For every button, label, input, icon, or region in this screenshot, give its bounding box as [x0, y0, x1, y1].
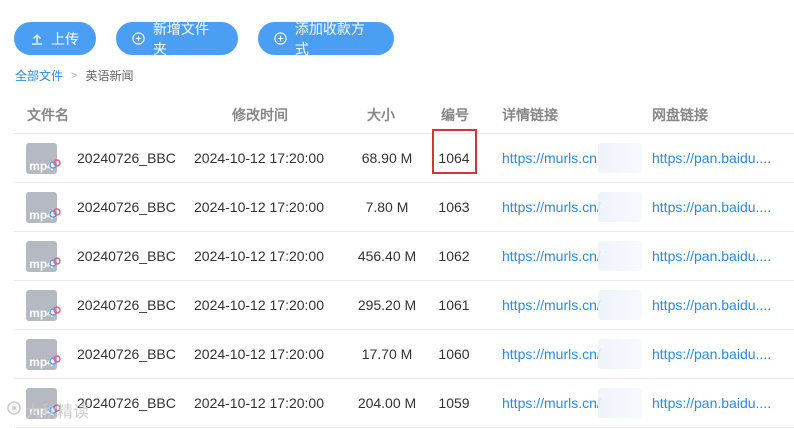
- link-badge-icon: [49, 208, 61, 218]
- file-modified-time: 2024-10-12 17:20:00: [194, 199, 324, 215]
- pan-link[interactable]: https://pan.baidu....: [652, 297, 776, 313]
- redaction-blur: [598, 388, 642, 418]
- file-name[interactable]: 20240726_BBC: [77, 297, 176, 313]
- header-name[interactable]: 文件名: [27, 105, 69, 125]
- upload-label: 上传: [51, 30, 79, 47]
- file-id: 1061: [438, 297, 470, 313]
- toolbar: 上传 新增文件夹 添加收款方式: [14, 21, 394, 57]
- header-size[interactable]: 大小: [367, 105, 395, 125]
- header-pan: 网盘链接: [652, 107, 708, 123]
- mp4-file-icon: mp4: [26, 339, 61, 370]
- file-modified-time: 2024-10-12 17:20:00: [194, 395, 324, 411]
- watermark-text: 大秋精读: [25, 404, 90, 421]
- mp4-file-icon: mp4: [26, 290, 61, 321]
- link-badge-icon: [49, 306, 61, 316]
- upload-icon: [30, 32, 44, 46]
- header-id[interactable]: 编号: [441, 105, 469, 125]
- new-folder-button[interactable]: 新增文件夹: [116, 21, 238, 57]
- breadcrumb-root[interactable]: 全部文件: [15, 67, 63, 84]
- add-payment-button[interactable]: 添加收款方式: [258, 21, 394, 57]
- highlight-box: [432, 129, 477, 174]
- pan-link[interactable]: https://pan.baidu....: [652, 150, 776, 166]
- file-modified-time: 2024-10-12 17:20:00: [194, 248, 324, 264]
- file-name[interactable]: 20240726_BBC: [77, 150, 176, 166]
- file-name[interactable]: 20240726_BBC: [77, 199, 176, 215]
- file-name[interactable]: 20240726_BBC: [77, 346, 176, 362]
- file-size: 456.40 M: [357, 248, 417, 264]
- table-row[interactable]: mp4 20240726_BBC 2024-10-12 17:20:00 68.…: [14, 134, 794, 183]
- link-badge-icon: [49, 355, 61, 365]
- pan-link[interactable]: https://pan.baidu....: [652, 346, 776, 362]
- file-modified-time: 2024-10-12 17:20:00: [194, 346, 324, 362]
- breadcrumb: 全部文件 > 英语新闻: [15, 67, 133, 84]
- file-id: 1060: [438, 346, 470, 362]
- pan-link[interactable]: https://pan.baidu....: [652, 199, 776, 215]
- upload-button[interactable]: 上传: [14, 22, 96, 55]
- plus-circle-icon: [132, 32, 146, 46]
- table-row[interactable]: mp4 20240726_BBC 2024-10-12 17:20:00 7.8…: [14, 183, 794, 232]
- file-size: 17.70 M: [361, 346, 413, 362]
- file-modified-time: 2024-10-12 17:20:00: [194, 150, 324, 166]
- watermark: 大秋精读: [6, 398, 89, 422]
- redaction-blur: [598, 192, 642, 222]
- table-row[interactable]: mp4 20240726_BBC 2024-10-12 17:20:00 17.…: [14, 330, 794, 379]
- pan-link[interactable]: https://pan.baidu....: [652, 248, 776, 264]
- plus-circle-icon: [274, 32, 288, 46]
- mp4-file-icon: mp4: [26, 241, 61, 272]
- new-folder-label: 新增文件夹: [152, 20, 209, 57]
- link-badge-icon: [49, 159, 61, 169]
- redaction-blur: [598, 241, 642, 271]
- watermark-logo-icon: [6, 400, 22, 421]
- file-id: 1063: [438, 199, 470, 215]
- file-name[interactable]: 20240726_BBC: [77, 248, 176, 264]
- file-table: 文件名 修改时间 大小 编号 详情链接 网盘链接 mp4 20240726_BB…: [14, 94, 794, 428]
- table-row[interactable]: mp4 20240726_BBC 2024-10-12 17:20:00 456…: [14, 232, 794, 281]
- file-modified-time: 2024-10-12 17:20:00: [194, 297, 324, 313]
- mp4-file-icon: mp4: [26, 192, 61, 223]
- add-payment-label: 添加收款方式: [294, 20, 365, 57]
- file-id: 1062: [438, 248, 470, 264]
- table-row[interactable]: mp4 20240726_BBC 2024-10-12 17:20:00 295…: [14, 281, 794, 330]
- pan-link[interactable]: https://pan.baidu....: [652, 395, 776, 411]
- file-size: 7.80 M: [365, 199, 409, 215]
- header-detail: 详情链接: [502, 107, 558, 123]
- table-row[interactable]: mp4 20240726_BBC 2024-10-12 17:20:00 204…: [14, 379, 794, 428]
- file-size: 204.00 M: [357, 395, 417, 411]
- link-badge-icon: [49, 257, 61, 267]
- redaction-blur: [598, 290, 642, 320]
- table-header: 文件名 修改时间 大小 编号 详情链接 网盘链接: [14, 94, 794, 134]
- mp4-file-icon: mp4: [26, 143, 61, 174]
- file-size: 68.90 M: [361, 150, 413, 166]
- redaction-blur: [598, 143, 642, 173]
- file-name[interactable]: 20240726_BBC: [77, 395, 176, 411]
- file-id: 1059: [438, 395, 470, 411]
- breadcrumb-separator: >: [71, 69, 78, 82]
- redaction-blur: [598, 339, 642, 369]
- breadcrumb-current: 英语新闻: [85, 69, 134, 83]
- file-size: 295.20 M: [357, 297, 417, 313]
- header-time[interactable]: 修改时间: [232, 105, 288, 125]
